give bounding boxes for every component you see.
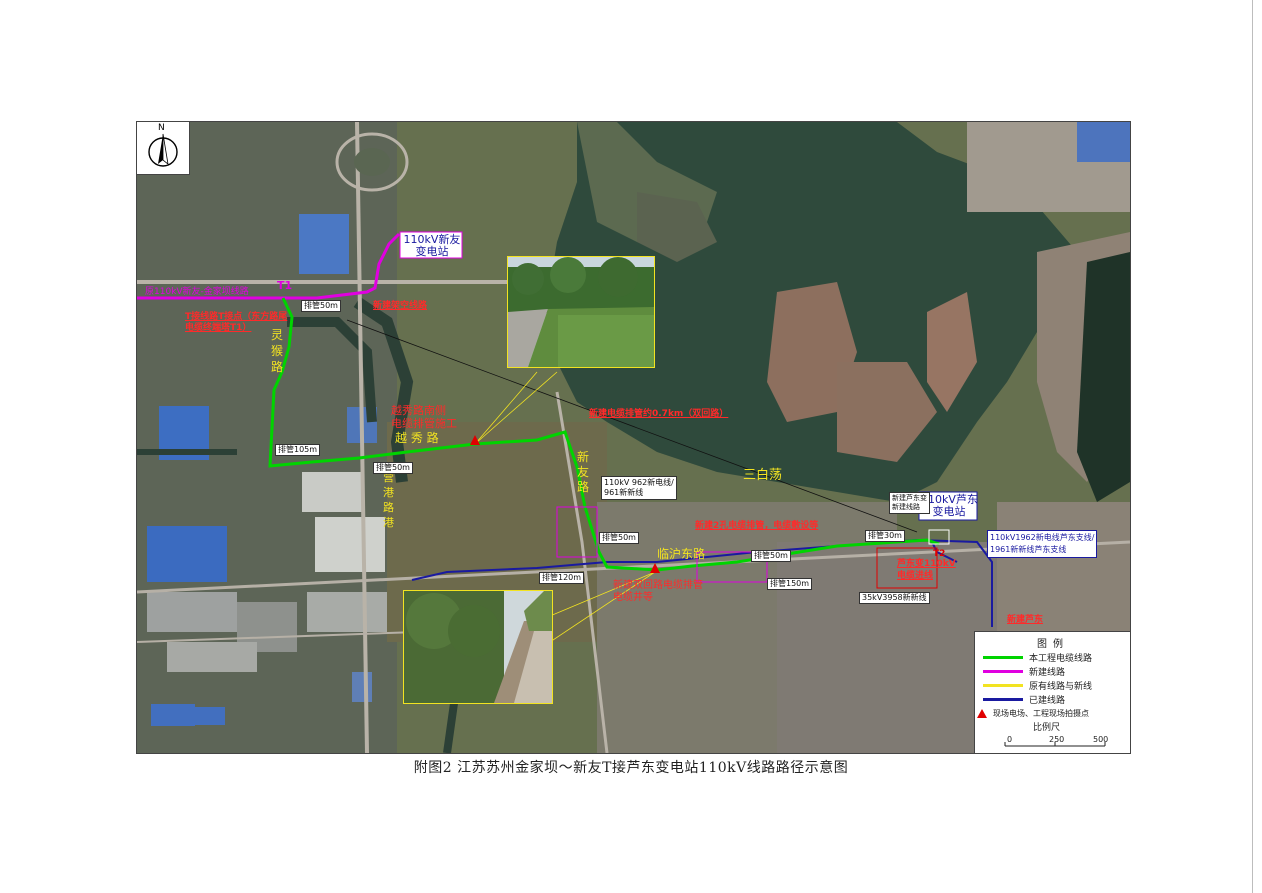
note-middle: 新建电缆排管约0.7km（双回路） — [589, 409, 729, 419]
pipe-label: 排管30m — [865, 530, 905, 542]
road-label-xinyou: 新 友 路 — [577, 450, 589, 495]
road-char: 猴 — [271, 344, 284, 358]
legend-swatch — [983, 655, 1023, 659]
road-char: 路 — [383, 501, 394, 514]
xinyou-substation-label: 110kV新友 变电站 — [403, 234, 461, 258]
pipe-label: 排管50m — [373, 462, 413, 474]
legend-swatch — [983, 669, 1023, 673]
legend-item-existing-line: 已建线路 — [983, 693, 1066, 706]
legend-label: 原有线路与新线 — [1029, 681, 1093, 692]
legend-label: 现场电场、工程现场拍摄点 — [993, 708, 1089, 718]
legend-item-photo-point: 现场电场、工程现场拍摄点 — [977, 707, 1089, 719]
note-substation: 芦东变110kV 电缆进线 — [897, 558, 956, 582]
pipe-label: 排管150m — [767, 578, 813, 590]
note-line: 电缆井等 — [613, 592, 653, 603]
legend-label: 本工程电缆线路 — [1029, 653, 1093, 664]
route-map[interactable]: N 110kV新友 变电站 110kV芦东 变电站 灵 猴 路 越 秀 路 新 … — [136, 121, 1131, 754]
road-char: 路 — [577, 480, 590, 494]
note-line: 芦东变110kV — [897, 559, 956, 569]
info-line: 110kV 962新电线/ — [604, 478, 674, 487]
note-east: 新建2孔电缆排管，电缆敷设等 — [695, 521, 819, 531]
info-line: 961新新线 — [604, 488, 644, 497]
legend-swatch — [983, 683, 1023, 687]
info-box-35kv: 35kV3958新新线 — [859, 592, 930, 604]
legend-swatch — [983, 697, 1023, 701]
info-line: 新建线路 — [892, 503, 920, 511]
water-label-sanbaidang: 三白荡 — [743, 468, 783, 483]
road-char: 港 — [383, 516, 394, 529]
scale-tick: 500 — [1093, 735, 1109, 744]
compass-arrow-icon — [148, 133, 178, 167]
note-line: 电缆终端塔T1） — [185, 323, 252, 333]
site-photo-south[interactable] — [403, 590, 553, 704]
road-char: 新 — [577, 450, 590, 464]
road-char: 港 — [383, 486, 394, 499]
note-line: 越秀路南侧 — [391, 404, 446, 417]
note-west: 新建架空线路 — [373, 301, 428, 311]
note-t1: T接线路T接点（东方路尾 电缆终端塔T1） — [185, 312, 287, 334]
t1-marker: T1 — [277, 279, 293, 292]
info-box-1962: 110kV1962新电线芦东支线/ 1961新新线芦东支线 — [987, 530, 1098, 558]
pipe-label: 排管120m — [539, 572, 585, 584]
info-line: 110kV1962新电线芦东支线/ — [990, 533, 1095, 542]
info-line: 新建芦东变 — [892, 494, 927, 502]
pipe-label: 排管105m — [275, 444, 321, 456]
north-compass: N — [137, 122, 190, 175]
legend-item-new-line: 新建线路 — [983, 665, 1066, 678]
legend-label: 已建线路 — [1029, 695, 1066, 706]
pipe-label: 排管50m — [751, 550, 791, 562]
info-box-962: 110kV 962新电线/ 961新新线 — [601, 476, 677, 500]
legend-item-project-cable: 本工程电缆线路 — [983, 651, 1093, 664]
note-line: 电缆排管施工 — [391, 417, 457, 430]
note-existing-line: 原110kV新友-金家坝线路 — [145, 287, 249, 297]
legend-label: 新建线路 — [1029, 667, 1066, 678]
photo-hedge-image — [404, 591, 552, 703]
note-line: 电缆进线 — [897, 571, 934, 581]
site-photo-north[interactable] — [507, 256, 655, 368]
note-line: 新建双回路电缆排管 — [613, 580, 703, 591]
map-legend: 图例 本工程电缆线路 新建线路 原有线路与新线 已建线路 现场电场、工程现场拍摄… — [974, 631, 1130, 753]
road-label-yuexiu: 越 秀 路 — [395, 431, 439, 445]
road-char: 友 — [577, 465, 590, 479]
road-char: 路 — [271, 360, 284, 374]
road-label-linhu-east: 临沪东路 — [657, 547, 706, 561]
note-yuexiu: 越秀路南侧 电缆排管施工 — [391, 404, 457, 430]
pipe-label: 排管50m — [599, 532, 639, 544]
photo-point-icon — [977, 708, 987, 718]
info-line: 1961新新线芦东支线 — [990, 545, 1067, 554]
note-south: 新建双回路电缆排管 电缆井等 — [613, 580, 703, 604]
road-label-lingshi: 灵 猴 路 — [271, 327, 283, 375]
scale-tick: 250 — [1049, 735, 1065, 744]
note-corner: 新建芦东 — [1007, 615, 1044, 625]
photo-trees-image — [508, 257, 654, 367]
xinyou-line2: 变电站 — [415, 245, 449, 258]
legend-title: 图例 — [1037, 639, 1069, 650]
note-line: T接线路T接点（东方路尾 — [185, 312, 288, 322]
legend-item-original-line: 原有线路与新线 — [983, 679, 1093, 692]
pipe-label: 排管50m — [301, 300, 341, 312]
info-box-upper-right: 新建芦东变 新建线路 — [889, 492, 930, 514]
road-label-yingshan: 营 港 路 港 — [383, 470, 394, 530]
figure-caption: 附图2 江苏苏州金家坝～新友T接芦东变电站110kV线路路径示意图 — [413, 760, 849, 776]
scale-tick: 0 — [1007, 735, 1013, 744]
